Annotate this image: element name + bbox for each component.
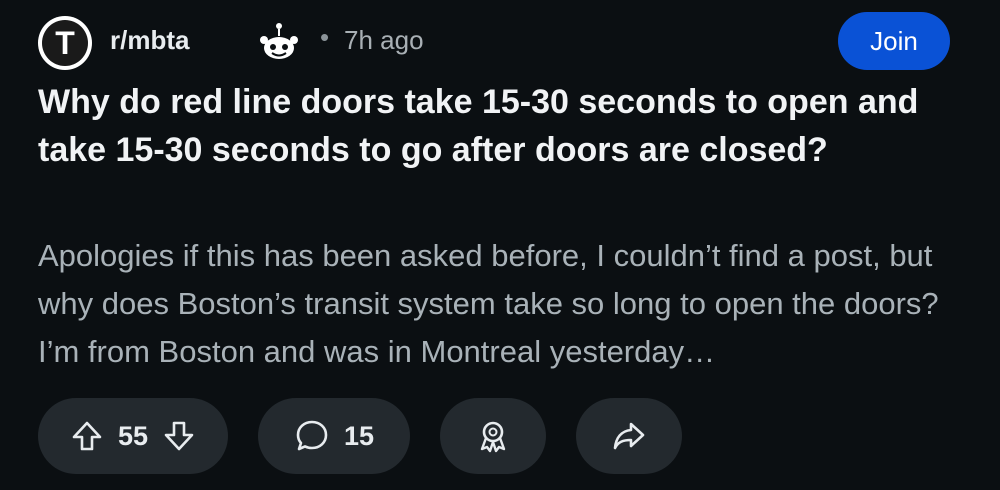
post-body[interactable]: Apologies if this has been asked before,… [38, 232, 968, 376]
share-button[interactable] [576, 398, 682, 474]
subreddit-name[interactable]: r/mbta [110, 25, 189, 56]
upvote-icon[interactable] [70, 419, 104, 453]
community-avatar[interactable]: T [38, 16, 92, 70]
join-button[interactable]: Join [838, 12, 950, 70]
vote-bar: 55 [38, 398, 228, 474]
vote-score: 55 [117, 420, 149, 451]
mbta-logo-icon: T [42, 20, 88, 66]
snoo-avatar-icon[interactable] [256, 20, 302, 66]
share-icon [613, 422, 645, 450]
comment-icon [296, 420, 328, 451]
mbta-logo-letter: T [55, 25, 75, 61]
award-icon [480, 421, 506, 453]
downvote-icon[interactable] [162, 419, 196, 453]
post-header: T r/mbta • 7h ago Join [38, 12, 958, 70]
comments-button[interactable]: 15 [258, 398, 410, 474]
separator-dot: • [320, 22, 330, 52]
comment-count: 15 [343, 420, 375, 451]
post-timestamp: 7h ago [344, 25, 424, 55]
post-title[interactable]: Why do red line doors take 15-30 seconds… [38, 78, 958, 174]
award-button[interactable] [440, 398, 546, 474]
